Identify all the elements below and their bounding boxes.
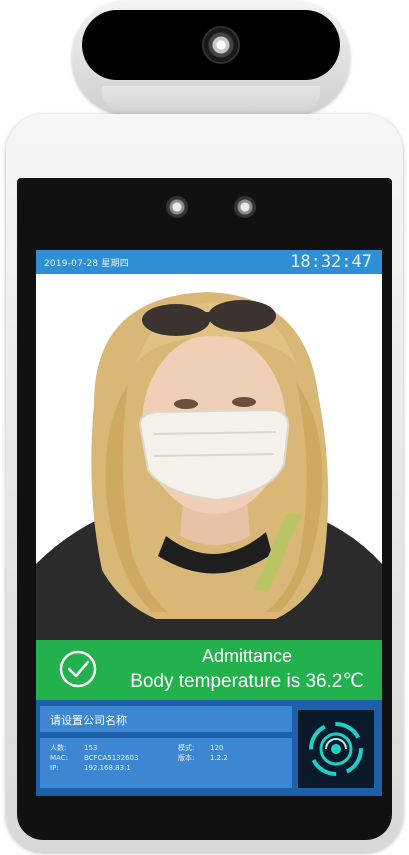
status-date: 2019-07-28 星期四 <box>44 259 129 269</box>
person-image <box>36 274 382 640</box>
temperature-scanner-device: 2019-07-28 星期四 18:32:47 Admittance Body … <box>0 0 409 855</box>
company-name-box: 请设置公司名称 <box>40 706 292 732</box>
model-label: 模式: <box>178 744 195 752</box>
mac-label: MAC: <box>50 754 68 762</box>
body-temperature-text: Body temperature is 36.2℃ <box>130 671 364 692</box>
face-scan-box <box>298 710 374 788</box>
camera-lens-icon <box>204 28 238 62</box>
camera-mount <box>102 86 320 112</box>
version-value: 1.2.2 <box>210 754 228 762</box>
display-screen: 2019-07-28 星期四 18:32:47 Admittance Body … <box>36 250 382 796</box>
mac-value: BCFCA5132603 <box>84 754 139 762</box>
ip-value: 192.168.83.1 <box>84 764 131 772</box>
device-stats: 人数: 153 MAC: BCFCA5132603 IP: 192.168.83… <box>40 738 292 788</box>
people-label: 人数: <box>50 744 67 752</box>
admittance-title: Admittance <box>201 646 293 666</box>
top-camera-module <box>72 0 350 114</box>
ip-label: IP: <box>50 764 59 772</box>
status-time: 18:32:47 <box>290 252 372 272</box>
info-panel: 请设置公司名称 人数: 153 MAC: BCFCA5132603 IP: 19… <box>36 700 382 796</box>
admittance-banner: Admittance Body temperature is 36.2℃ <box>36 640 382 700</box>
people-value: 153 <box>84 744 98 752</box>
face-scan-icon <box>309 722 363 776</box>
status-bar: 2019-07-28 星期四 18:32:47 <box>36 250 382 274</box>
sensor-right-icon <box>234 196 256 218</box>
camera-face <box>82 10 340 80</box>
camera-view <box>36 274 382 640</box>
company-name: 请设置公司名称 <box>50 714 127 727</box>
check-circle-icon <box>59 650 97 688</box>
sensor-left-icon <box>166 196 188 218</box>
version-label: 版本: <box>178 754 195 762</box>
model-value: 120 <box>210 744 224 752</box>
